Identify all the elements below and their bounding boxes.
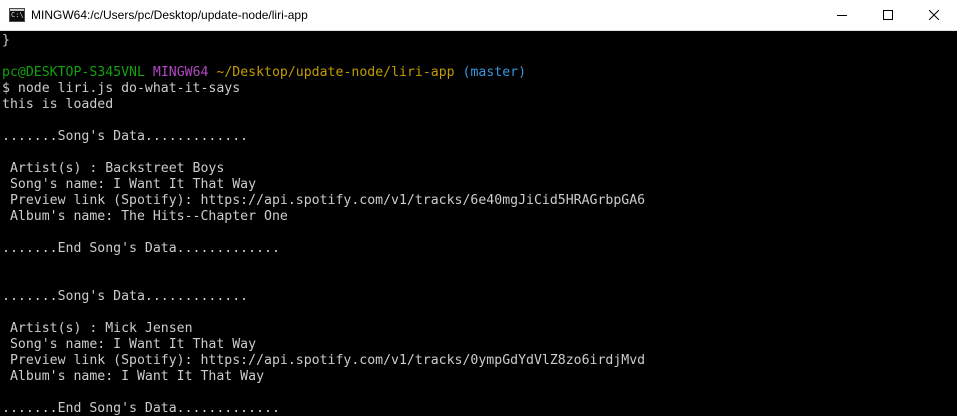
output-line: .......Song's Data............. [2,129,249,144]
output-line: Preview link (Spotify): https://api.spot… [2,193,646,208]
minimize-button[interactable] [819,0,865,31]
output-line: .......End Song's Data............. [2,241,280,256]
output-line: .......End Song's Data............. [2,401,280,416]
prompt-path: ~/Desktop/update-node/liri-app [216,65,455,80]
output-line: Song's name: I Want It That Way [2,337,257,352]
output-line: Album's name: The Hits--Chapter One [2,209,288,224]
window-title: MINGW64:/c/Users/pc/Desktop/update-node/… [31,8,308,22]
maximize-icon [883,10,893,20]
prompt-line: pc@DESKTOP-S345VNL MINGW64 ~/Desktop/upd… [2,65,526,81]
output-line: $ node liri.js do-what-it-says [2,81,241,96]
output-line: Artist(s) : Mick Jensen [2,321,193,336]
title-bar[interactable]: C:\ MINGW64:/c/Users/pc/Desktop/update-n… [0,0,957,31]
output-line: } [2,33,10,48]
terminal-output[interactable]: } pc@DESKTOP-S345VNL MINGW64 ~/Desktop/up… [0,31,957,416]
prompt-user-host: pc@DESKTOP-S345VNL [2,65,145,80]
output-line: .......Song's Data............. [2,289,249,304]
close-button[interactable] [911,0,957,31]
output-line: Album's name: I Want It That Way [2,369,265,384]
close-icon [929,10,939,20]
prompt-branch: (master) [462,65,527,80]
output-line: Song's name: I Want It That Way [2,177,257,192]
console-icon[interactable]: C:\ [9,8,25,22]
maximize-button[interactable] [865,0,911,31]
prompt-msystem: MINGW64 [152,65,209,80]
terminal-window: C:\ MINGW64:/c/Users/pc/Desktop/update-n… [0,0,957,416]
output-line: this is loaded [2,97,114,112]
minimize-icon [837,15,847,16]
output-line: Preview link (Spotify): https://api.spot… [2,353,646,368]
output-line: Artist(s) : Backstreet Boys [2,161,225,176]
